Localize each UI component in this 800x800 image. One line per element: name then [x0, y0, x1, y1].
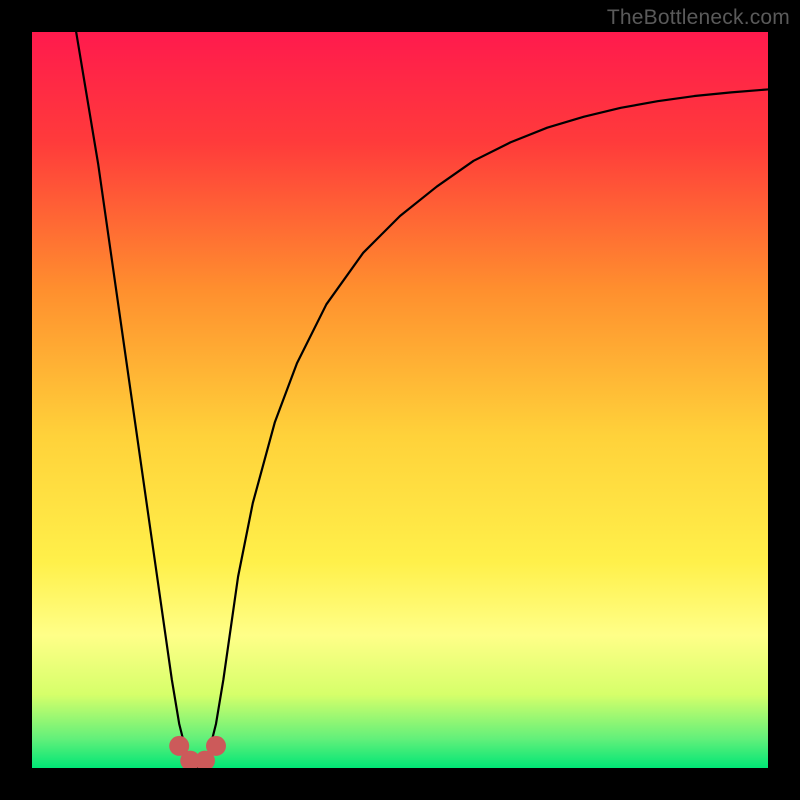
- min-marker: [206, 736, 226, 756]
- gradient-background: [32, 32, 768, 768]
- chart-frame: TheBottleneck.com: [0, 0, 800, 800]
- chart-svg: [32, 32, 768, 768]
- watermark-text: TheBottleneck.com: [607, 6, 790, 30]
- plot-area: [32, 32, 768, 768]
